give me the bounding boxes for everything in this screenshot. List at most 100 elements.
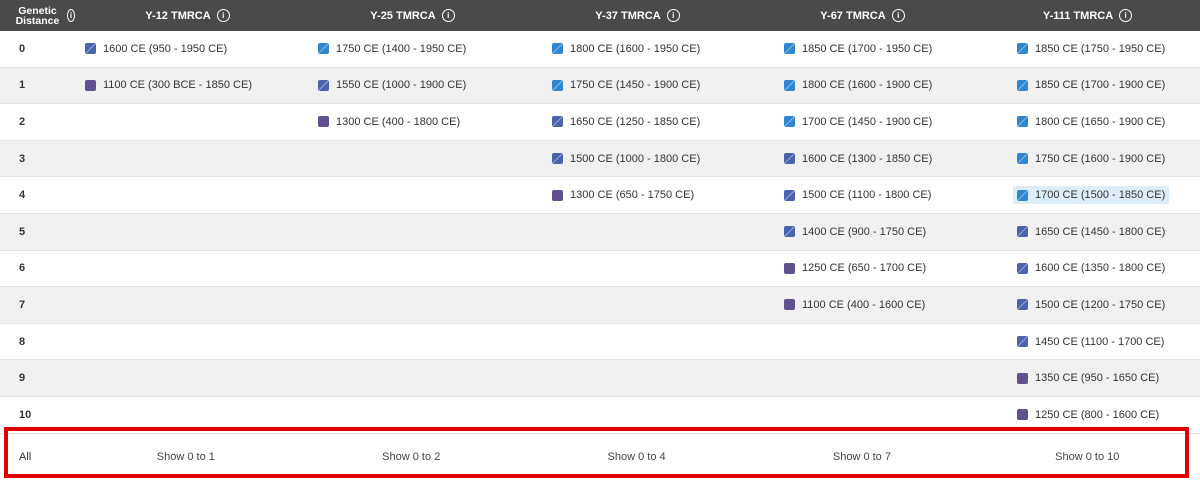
info-icon[interactable]: i [1119, 9, 1133, 22]
info-icon[interactable]: i [216, 9, 230, 22]
probability-swatch-icon [784, 226, 795, 238]
tmrca-entry[interactable]: 1700 CE (1500 - 1850 CE) [1013, 186, 1170, 205]
probability-swatch-icon [1017, 262, 1028, 274]
table-cell: 1100 CE (400 - 1600 CE) [774, 296, 1007, 314]
tmrca-entry[interactable]: 1650 CE (1250 - 1850 CE) [548, 113, 704, 131]
table-cell: 1600 CE (1300 - 1850 CE) [774, 150, 1007, 168]
tmrca-entry[interactable]: 1300 CE (650 - 1750 CE) [548, 186, 698, 204]
tmrca-entry[interactable]: 1600 CE (950 - 1950 CE) [81, 40, 231, 58]
probability-swatch-icon [552, 116, 563, 128]
tmrca-entry[interactable]: 1800 CE (1650 - 1900 CE) [1013, 113, 1169, 131]
info-icon[interactable]: i [441, 9, 455, 22]
tmrca-entry[interactable]: 1750 CE (1450 - 1900 CE) [548, 76, 704, 94]
tmrca-entry[interactable]: 1750 CE (1400 - 1950 CE) [314, 40, 470, 58]
tmrca-table: Genetic Distance i Y-12 TMRCA i Y-25 TMR… [0, 0, 1200, 480]
table-cell: 1500 CE (1000 - 1800 CE) [542, 150, 774, 168]
show-0-to-7-link[interactable]: Show 0 to 7 [749, 451, 974, 463]
tmrca-text: 1800 CE (1600 - 1900 CE) [802, 79, 933, 92]
probability-swatch-icon [784, 116, 795, 128]
probability-swatch-icon [318, 79, 329, 91]
table-row: 5 1400 CE (900 - 1750 CE) 1650 CE (1450 - … [0, 213, 1200, 251]
info-icon[interactable]: i [666, 9, 680, 22]
table-cell: 1300 CE (400 - 1800 CE) [308, 113, 542, 131]
tmrca-entry[interactable]: 1350 CE (950 - 1650 CE) [1013, 369, 1163, 387]
tmrca-text: 1500 CE (1000 - 1800 CE) [570, 152, 701, 165]
footer-all-label: All [19, 450, 32, 463]
table-row: 3 1500 CE (1000 - 1800 CE) 1600 CE (1300 -… [0, 140, 1200, 178]
tmrca-text: 1600 CE (950 - 1950 CE) [103, 42, 228, 55]
probability-swatch-icon [1017, 79, 1028, 91]
tmrca-entry[interactable]: 1400 CE (900 - 1750 CE) [780, 223, 930, 241]
table-row: 6 1250 CE (650 - 1700 CE) 1600 CE (1350 - … [0, 251, 1200, 288]
tmrca-entry[interactable]: 1450 CE (1100 - 1700 CE) [1013, 333, 1168, 351]
probability-swatch-icon [85, 79, 96, 91]
probability-swatch-icon [784, 153, 795, 165]
table-cell: 1650 CE (1250 - 1850 CE) [542, 113, 774, 131]
tmrca-entry[interactable]: 1100 CE (400 - 1600 CE) [780, 296, 929, 314]
tmrca-entry[interactable]: 1600 CE (1300 - 1850 CE) [780, 150, 936, 168]
column-header-y12: Y-12 TMRCA i [75, 9, 300, 22]
probability-swatch-icon [1017, 153, 1028, 165]
probability-swatch-icon [1017, 43, 1028, 55]
tmrca-text: 1500 CE (1200 - 1750 CE) [1035, 298, 1166, 311]
tmrca-entry[interactable]: 1500 CE (1200 - 1750 CE) [1013, 296, 1169, 314]
show-0-to-1-link[interactable]: Show 0 to 1 [73, 451, 298, 463]
tmrca-entry[interactable]: 1850 CE (1750 - 1950 CE) [1013, 40, 1169, 58]
column-header-y25: Y-25 TMRCA i [300, 9, 525, 22]
tmrca-entry[interactable]: 1500 CE (1100 - 1800 CE) [780, 186, 935, 204]
tmrca-text: 1600 CE (1350 - 1800 CE) [1035, 262, 1166, 275]
table-cell: 1700 CE (1500 - 1850 CE) [1007, 186, 1200, 205]
tmrca-entry[interactable]: 1850 CE (1700 - 1950 CE) [780, 40, 936, 58]
column-header-y67: Y-67 TMRCA i [750, 9, 975, 22]
info-icon[interactable]: i [66, 9, 75, 22]
table-cell: 1250 CE (800 - 1600 CE) [1007, 406, 1200, 424]
probability-swatch-icon [552, 43, 563, 55]
tmrca-entry[interactable]: 1250 CE (650 - 1700 CE) [780, 259, 930, 277]
tmrca-entry[interactable]: 1550 CE (1000 - 1900 CE) [314, 76, 470, 94]
probability-swatch-icon [784, 43, 795, 55]
tmrca-entry[interactable]: 1850 CE (1700 - 1900 CE) [1013, 76, 1169, 94]
table-row: 1 1100 CE (300 BCE - 1850 CE) 1550 CE (100… [0, 67, 1200, 105]
tmrca-text: 1850 CE (1750 - 1950 CE) [1035, 42, 1166, 55]
table-cell: 1750 CE (1400 - 1950 CE) [308, 40, 542, 58]
tmrca-text: 1100 CE (300 BCE - 1850 CE) [103, 79, 252, 92]
genetic-distance-label: Genetic Distance [15, 4, 60, 27]
tmrca-entry[interactable]: 1650 CE (1450 - 1800 CE) [1013, 223, 1169, 241]
show-0-to-10-link[interactable]: Show 0 to 10 [975, 451, 1200, 463]
info-icon[interactable]: i [891, 9, 905, 22]
genetic-distance-value: 5 [19, 225, 26, 238]
column-header-label: Y-25 TMRCA [370, 9, 436, 22]
probability-swatch-icon [784, 299, 795, 311]
tmrca-entry[interactable]: 1700 CE (1450 - 1900 CE) [780, 113, 936, 131]
table-row: 8 1450 CE (1100 - 1700 CE) [0, 324, 1200, 361]
table-cell: 1100 CE (300 BCE - 1850 CE) [75, 76, 308, 94]
tmrca-entry[interactable]: 1500 CE (1000 - 1800 CE) [548, 150, 704, 168]
column-header-y111: Y-111 TMRCA i [975, 9, 1200, 22]
genetic-distance-value: 1 [19, 79, 26, 92]
column-header-label: Y-37 TMRCA [595, 9, 661, 22]
genetic-distance-value: 10 [19, 408, 32, 421]
genetic-distance-header: Genetic Distance i [0, 4, 75, 27]
tmrca-entry[interactable]: 1100 CE (300 BCE - 1850 CE) [81, 76, 256, 94]
tmrca-entry[interactable]: 1750 CE (1600 - 1900 CE) [1013, 150, 1169, 168]
tmrca-entry[interactable]: 1300 CE (400 - 1800 CE) [314, 113, 464, 131]
table-cell: 1850 CE (1750 - 1950 CE) [1007, 40, 1200, 58]
table-row: 4 1300 CE (650 - 1750 CE) 1500 CE (1100 - … [0, 177, 1200, 214]
tmrca-text: 1750 CE (1400 - 1950 CE) [336, 42, 467, 55]
tmrca-entry[interactable]: 1250 CE (800 - 1600 CE) [1013, 406, 1163, 424]
tmrca-text: 1300 CE (400 - 1800 CE) [336, 115, 461, 128]
probability-swatch-icon [318, 116, 329, 128]
genetic-distance-value: 8 [19, 335, 26, 348]
table-cell: 1800 CE (1650 - 1900 CE) [1007, 113, 1200, 131]
tmrca-entry[interactable]: 1800 CE (1600 - 1950 CE) [548, 40, 704, 58]
show-0-to-2-link[interactable]: Show 0 to 2 [299, 451, 524, 463]
tmrca-text: 1500 CE (1100 - 1800 CE) [802, 189, 932, 202]
show-0-to-4-link[interactable]: Show 0 to 4 [524, 451, 749, 463]
tmrca-text: 1700 CE (1450 - 1900 CE) [802, 115, 933, 128]
table-cell: 1800 CE (1600 - 1950 CE) [542, 40, 774, 58]
tmrca-entry[interactable]: 1600 CE (1350 - 1800 CE) [1013, 259, 1169, 277]
tmrca-entry[interactable]: 1800 CE (1600 - 1900 CE) [780, 76, 936, 94]
tmrca-text: 1800 CE (1600 - 1950 CE) [570, 42, 701, 55]
column-header-label: Y-111 TMRCA [1042, 9, 1114, 22]
tmrca-text: 1850 CE (1700 - 1900 CE) [1035, 79, 1166, 92]
